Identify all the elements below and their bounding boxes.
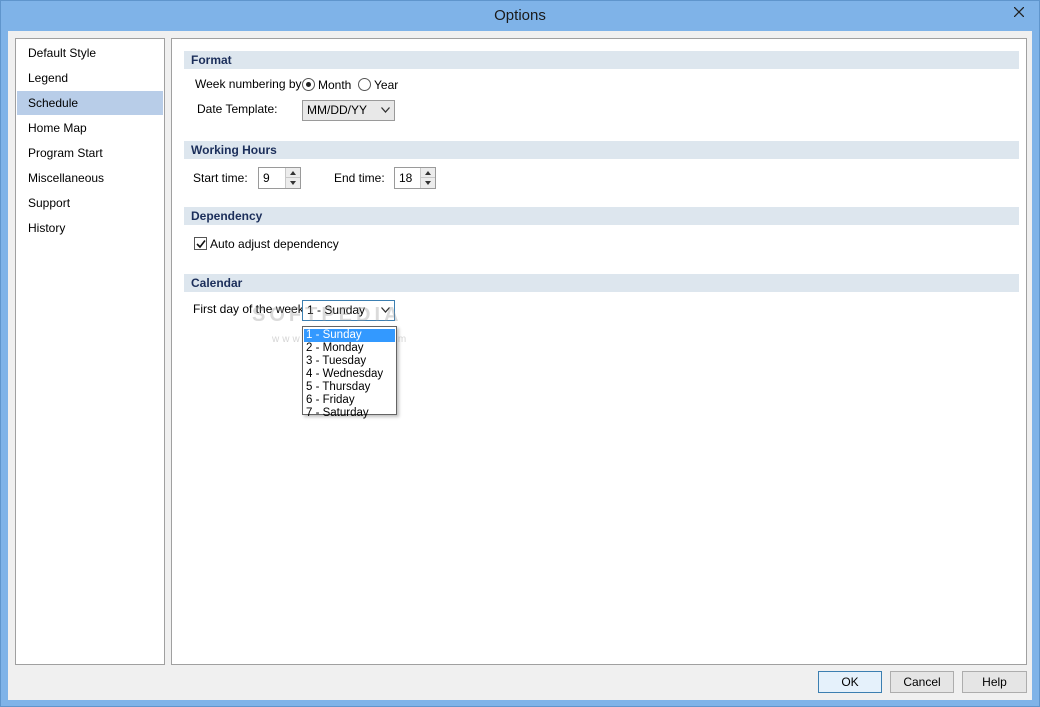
nav-item-support[interactable]: Support bbox=[17, 191, 163, 215]
dropdown-option[interactable]: 6 - Friday bbox=[304, 394, 395, 407]
date-template-value: MM/DD/YY bbox=[307, 103, 367, 117]
start-time-decrement-button[interactable] bbox=[286, 178, 300, 188]
end-time-increment-button[interactable] bbox=[421, 168, 435, 178]
section-header-format: Format bbox=[184, 51, 1019, 69]
close-icon bbox=[1013, 7, 1024, 17]
date-template-select[interactable]: MM/DD/YY bbox=[302, 100, 395, 121]
schedule-settings-panel: Format Week numbering by Month Year Date… bbox=[171, 38, 1027, 665]
arrow-down-icon bbox=[425, 181, 431, 185]
dialog-client: Default Style Legend Schedule Home Map P… bbox=[8, 31, 1032, 700]
chevron-down-icon bbox=[381, 307, 390, 313]
first-day-select[interactable]: 1 - Sunday bbox=[302, 300, 395, 321]
end-time-label: End time: bbox=[334, 171, 385, 185]
dropdown-option[interactable]: 7 - Saturday bbox=[304, 407, 395, 420]
start-time-stepper[interactable]: 9 bbox=[258, 167, 301, 189]
first-day-label: First day of the week: bbox=[193, 302, 308, 316]
dropdown-option[interactable]: 2 - Monday bbox=[304, 342, 395, 355]
start-time-increment-button[interactable] bbox=[286, 168, 300, 178]
auto-adjust-label[interactable]: Auto adjust dependency bbox=[210, 237, 339, 251]
start-time-spin-buttons bbox=[285, 168, 300, 188]
date-template-label: Date Template: bbox=[197, 102, 278, 116]
radio-month-label[interactable]: Month bbox=[318, 78, 351, 92]
close-button[interactable] bbox=[1004, 2, 1033, 22]
nav-item-default-style[interactable]: Default Style bbox=[17, 41, 163, 65]
dropdown-option[interactable]: 1 - Sunday bbox=[304, 329, 395, 342]
nav-item-home-map[interactable]: Home Map bbox=[17, 116, 163, 140]
section-header-dependency: Dependency bbox=[184, 207, 1019, 225]
radio-month[interactable] bbox=[302, 78, 315, 91]
nav-item-program-start[interactable]: Program Start bbox=[17, 141, 163, 165]
arrow-up-icon bbox=[425, 170, 431, 175]
radio-year-label[interactable]: Year bbox=[374, 78, 398, 92]
arrow-down-icon bbox=[290, 181, 296, 185]
cancel-button[interactable]: Cancel bbox=[890, 671, 954, 693]
ok-button[interactable]: OK bbox=[818, 671, 882, 693]
options-nav-list: Default Style Legend Schedule Home Map P… bbox=[15, 38, 165, 665]
nav-item-miscellaneous[interactable]: Miscellaneous bbox=[17, 166, 163, 190]
nav-item-schedule[interactable]: Schedule bbox=[17, 91, 163, 115]
chevron-down-icon bbox=[381, 107, 390, 113]
first-day-dropdown-list: 1 - Sunday 2 - Monday 3 - Tuesday 4 - We… bbox=[302, 326, 397, 419]
help-button[interactable]: Help bbox=[962, 671, 1027, 693]
auto-adjust-checkbox[interactable] bbox=[194, 237, 207, 250]
title-bar[interactable]: Options bbox=[1, 1, 1039, 31]
week-numbering-label: Week numbering by bbox=[195, 77, 302, 91]
nav-item-legend[interactable]: Legend bbox=[17, 66, 163, 90]
dropdown-option[interactable]: 5 - Thursday bbox=[304, 381, 395, 394]
section-header-calendar: Calendar bbox=[184, 274, 1019, 292]
nav-item-history[interactable]: History bbox=[17, 216, 163, 240]
end-time-decrement-button[interactable] bbox=[421, 178, 435, 188]
end-time-stepper[interactable]: 18 bbox=[394, 167, 436, 189]
end-time-value: 18 bbox=[399, 171, 413, 185]
dropdown-option[interactable]: 3 - Tuesday bbox=[304, 355, 395, 368]
checkmark-icon bbox=[196, 240, 206, 249]
radio-year[interactable] bbox=[358, 78, 371, 91]
dropdown-option[interactable]: 4 - Wednesday bbox=[304, 368, 395, 381]
start-time-label: Start time: bbox=[193, 171, 248, 185]
first-day-value: 1 - Sunday bbox=[307, 303, 366, 317]
arrow-up-icon bbox=[290, 170, 296, 175]
window-title: Options bbox=[494, 7, 546, 24]
section-header-working-hours: Working Hours bbox=[184, 141, 1019, 159]
start-time-value: 9 bbox=[263, 171, 270, 185]
end-time-spin-buttons bbox=[420, 168, 435, 188]
options-window: Options Default Style Legend Schedule Ho… bbox=[0, 0, 1040, 707]
